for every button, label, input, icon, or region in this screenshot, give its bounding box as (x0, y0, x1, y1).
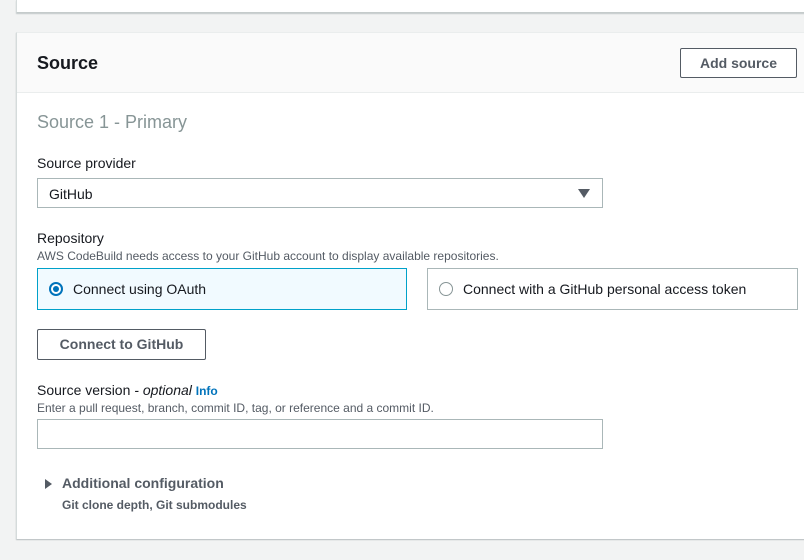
repository-label: Repository (37, 230, 104, 246)
connect-oauth-tile[interactable]: Connect using OAuth (37, 268, 407, 310)
source-version-label: Source version - optional Info (37, 382, 218, 398)
previous-panel (16, 0, 804, 13)
additional-configuration-description: Git clone depth, Git submodules (62, 498, 247, 512)
info-link[interactable]: Info (196, 384, 218, 398)
connect-token-label: Connect with a GitHub personal access to… (463, 281, 747, 297)
source-provider-label: Source provider (37, 155, 136, 171)
source-panel: Source Add source Source 1 - Primary Sou… (16, 32, 804, 539)
additional-configuration-toggle[interactable]: Additional configuration (62, 475, 224, 491)
connect-to-github-button[interactable]: Connect to GitHub (37, 329, 206, 360)
source-version-input[interactable] (37, 419, 603, 449)
source-provider-select[interactable]: GitHub (37, 178, 603, 208)
radio-selected-icon[interactable] (49, 282, 63, 296)
panel-title: Source (37, 53, 99, 73)
caret-down-icon (578, 189, 590, 198)
radio-unselected-icon[interactable] (439, 282, 453, 296)
caret-right-icon[interactable] (45, 479, 52, 489)
connect-oauth-label: Connect using OAuth (73, 281, 207, 297)
add-source-button[interactable]: Add source (680, 48, 797, 78)
connect-token-tile[interactable]: Connect with a GitHub personal access to… (427, 268, 798, 310)
panel-header: Source Add source (17, 33, 804, 93)
source-provider-value: GitHub (49, 186, 93, 202)
source-version-description: Enter a pull request, branch, commit ID,… (37, 401, 434, 415)
optional-text: - optional (134, 382, 192, 398)
source-version-label-text: Source version (37, 382, 131, 398)
repository-description: AWS CodeBuild needs access to your GitHu… (37, 249, 499, 263)
source-1-title: Source 1 - Primary (37, 112, 188, 132)
